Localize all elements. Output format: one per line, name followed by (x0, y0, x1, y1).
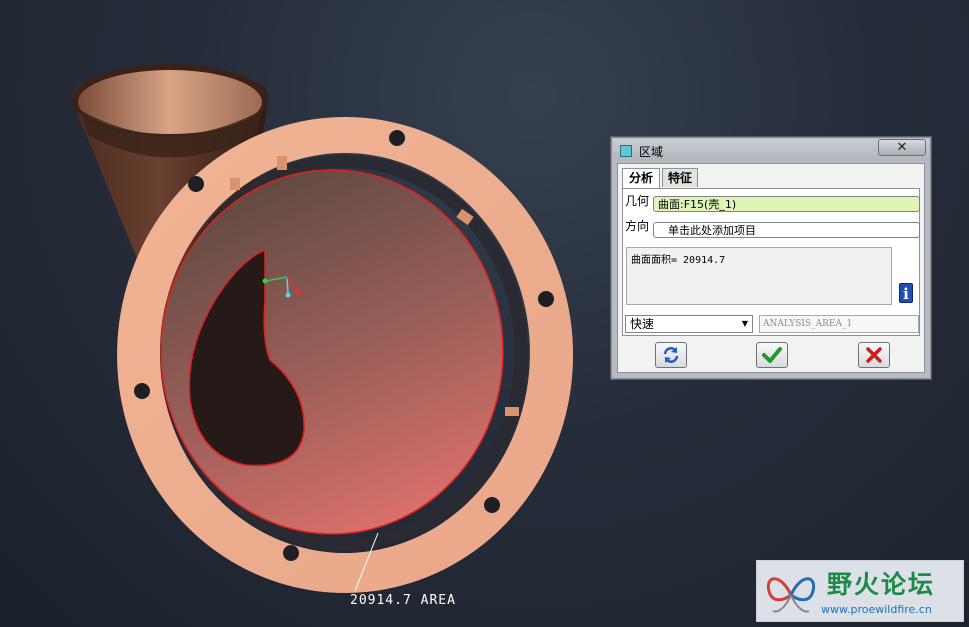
geometry-label: 几何 (625, 194, 650, 208)
result-box: 曲面面积= 20914.7 (626, 247, 892, 305)
dialog-title: 区域 (639, 145, 664, 159)
area-annotation[interactable]: 20914.7 AREA (350, 593, 456, 608)
mode-select-value: 快速 (630, 317, 655, 331)
butterfly-logo-icon (766, 577, 816, 613)
bolt-hole (389, 130, 405, 146)
check-icon (762, 347, 782, 363)
tab-feature[interactable]: 特征 (662, 168, 698, 187)
watermark-title: 野火论坛 (827, 570, 936, 599)
ok-button[interactable] (756, 342, 788, 368)
dialog-body: 分析 特征 几何 曲面:F15(壳_1) 方向 单击此处添加项目 曲面面积= 2… (617, 163, 925, 373)
direction-label: 方向 (625, 219, 650, 233)
area-dialog: 区域 ✕ 分析 特征 几何 曲面:F15(壳_1) 方向 单击此处添加项目 曲面… (610, 136, 932, 380)
bolt-hole (538, 291, 554, 307)
bolt-hole (484, 497, 500, 513)
tab-analysis[interactable]: 分析 (622, 168, 660, 189)
info-icon[interactable]: i (899, 283, 913, 303)
close-button[interactable]: ✕ (878, 139, 926, 156)
direction-collector[interactable]: 单击此处添加项目 (653, 222, 920, 238)
cross-icon (866, 347, 882, 363)
analysis-name-input[interactable]: ANALYSIS_AREA_1 (759, 315, 919, 333)
dialog-titlebar[interactable]: 区域 ✕ (613, 139, 929, 161)
analysis-panel: 几何 曲面:F15(壳_1) 方向 单击此处添加项目 曲面面积= 20914.7… (622, 188, 920, 336)
chevron-down-icon: ▼ (741, 319, 748, 328)
bolt-hole (283, 545, 299, 561)
cancel-button[interactable] (858, 342, 890, 368)
bolt-hole (134, 383, 150, 399)
analyzed-surface[interactable] (160, 169, 504, 535)
watermark-url: www.proewildfire.cn (821, 603, 932, 616)
geometry-collector[interactable]: 曲面:F15(壳_1) (653, 196, 920, 212)
bolt-hole (188, 176, 204, 192)
result-text: 曲面面积= 20914.7 (631, 255, 726, 266)
dialog-square-icon (620, 145, 632, 157)
repeat-arrows-icon (663, 347, 679, 363)
repeat-button[interactable] (655, 342, 687, 368)
mode-select[interactable]: 快速 ▼ (625, 315, 753, 333)
forum-watermark: 野火论坛 www.proewildfire.cn (756, 560, 964, 622)
